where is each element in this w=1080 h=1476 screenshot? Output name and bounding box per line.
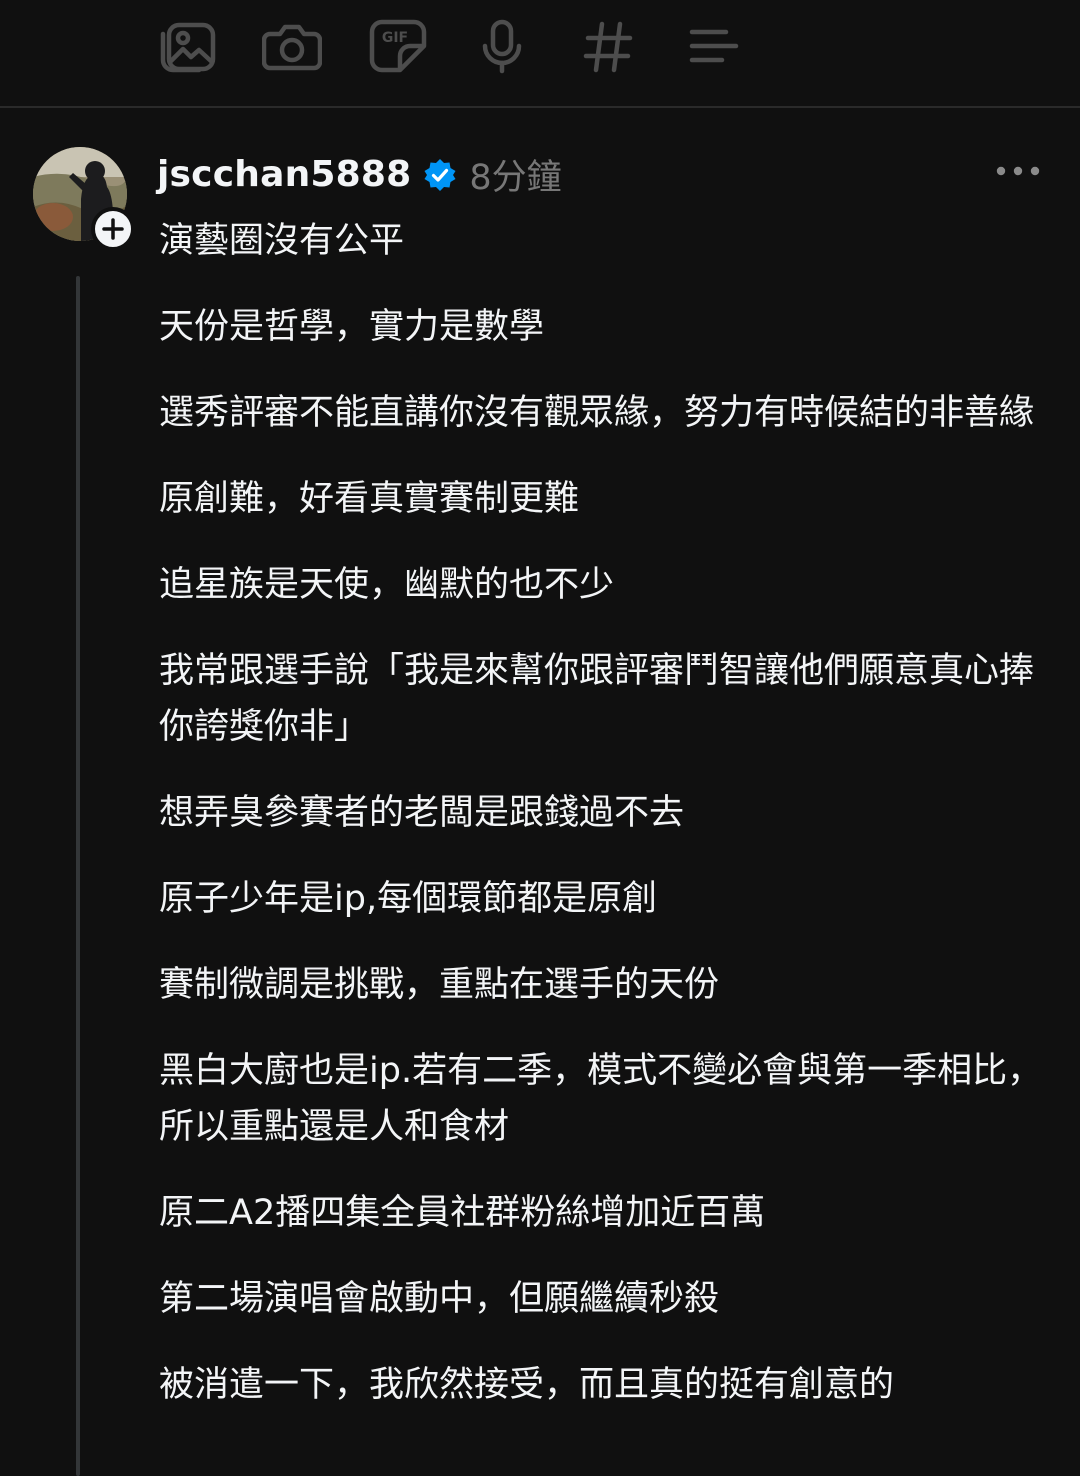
post-paragraph: 賽制微調是挑戰，重點在選手的天份	[159, 965, 720, 1005]
post-paragraph: 第二場演唱會啟動中，但願繼續秒殺	[159, 1279, 720, 1319]
camera-icon[interactable]	[262, 16, 322, 76]
gif-label: GIF	[382, 30, 408, 46]
hashtag-icon[interactable]	[578, 16, 638, 76]
post-paragraph: 演藝圈沒有公平	[159, 221, 405, 261]
follow-button[interactable]	[91, 207, 135, 251]
gif-icon[interactable]: GIF	[368, 16, 428, 76]
composer-toolbar: GIF	[0, 0, 1080, 108]
post-paragraph: 被消遣一下，我欣然接受，而且真的挺有創意的	[159, 1365, 895, 1405]
poll-icon[interactable]	[684, 16, 744, 76]
verified-badge-icon	[423, 158, 457, 192]
microphone-icon[interactable]	[472, 16, 532, 76]
post-paragraph: 原子少年是ip,每個環節都是原創	[159, 879, 658, 919]
post-body: 演藝圈沒有公平 天份是哲學，實力是數學 選秀評審不能直講你沒有觀眾緣，努力有時候…	[159, 213, 1059, 1443]
thread-line	[76, 276, 80, 1476]
plus-icon	[102, 218, 124, 240]
post-paragraph: 原創難，好看真實賽制更難	[159, 479, 580, 519]
post-paragraph: 追星族是天使，幽默的也不少	[159, 565, 615, 605]
post-paragraph: 想弄臭參賽者的老闆是跟錢過不去	[159, 793, 685, 833]
gallery-icon[interactable]	[158, 16, 218, 76]
post-paragraph: 黑白大廚也是ip.若有二季，模式不變必會與第一季相比，所以重點還是人和食材	[159, 1051, 1043, 1147]
more-options-icon[interactable]	[990, 156, 1046, 186]
username[interactable]: jscchan5888	[157, 154, 411, 195]
post-timestamp: 8分鐘	[469, 157, 562, 198]
post-paragraph: 天份是哲學，實力是數學	[159, 307, 545, 347]
post-header: jscchan5888 8分鐘	[157, 148, 562, 200]
post-paragraph: 原二A2播四集全員社群粉絲增加近百萬	[159, 1193, 766, 1233]
post-paragraph: 選秀評審不能直講你沒有觀眾緣，努力有時候結的非善緣	[159, 393, 1035, 433]
post-paragraph: 我常跟選手說「我是來幫你跟評審鬥智讓他們願意真心捧你誇獎你非」	[159, 651, 1035, 747]
